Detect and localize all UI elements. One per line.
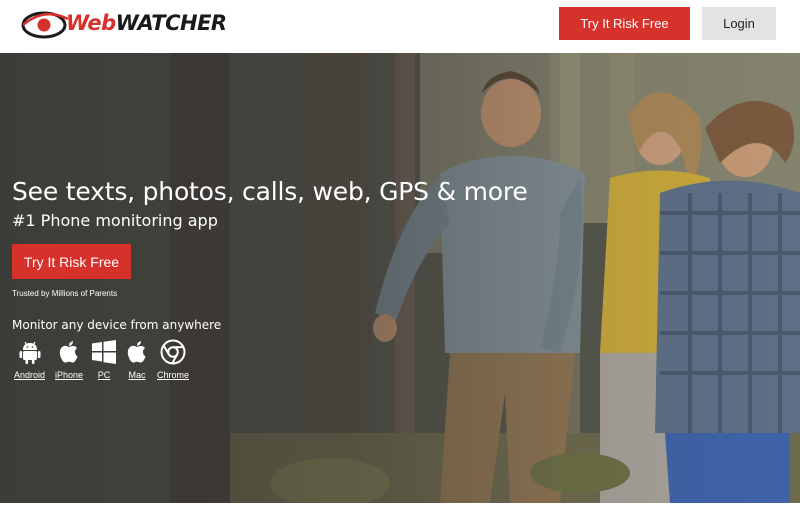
logo-web-text: Web [66,11,116,35]
apple-icon [59,341,78,363]
hero-subtitle: #1 Phone monitoring app [12,211,218,230]
apple-icon [127,341,146,363]
hero-title: See texts, photos, calls, web, GPS & mor… [12,177,528,206]
device-link-chrome[interactable]: Chrome [157,339,189,380]
windows-icon [92,340,116,364]
try-risk-free-header-button[interactable]: Try It Risk Free [559,7,690,40]
page-bottom-strip [0,503,800,518]
webwatcher-logo[interactable]: WebWATCHER [20,7,227,43]
login-button[interactable]: Login [702,7,776,40]
site-header: WebWATCHER Try It Risk Free Login [0,0,800,53]
device-link-android[interactable]: Android [14,339,45,380]
device-label-mac: Mac [128,370,146,380]
logo-wordmark: WebWATCHER [66,11,227,35]
device-link-pc[interactable]: PC [91,339,117,380]
device-label-android: Android [14,370,46,380]
chrome-icon [160,339,186,365]
device-label-pc: PC [97,370,111,380]
android-icon [19,341,41,364]
device-label-chrome: Chrome [157,370,190,380]
trusted-by-text: Trusted by Millions of Parents [12,289,118,298]
device-link-mac[interactable]: Mac [124,339,150,380]
eye-logo-icon [21,11,69,39]
device-list: Android iPhone PC Mac Chrome [12,339,202,385]
monitor-heading: Monitor any device from anywhere [12,318,222,332]
try-risk-free-hero-button[interactable]: Try It Risk Free [12,244,131,279]
logo-watcher-text: WATCHER [115,11,228,35]
device-label-iphone: iPhone [55,370,84,380]
hero-section: See texts, photos, calls, web, GPS & mor… [0,53,800,503]
device-link-iphone[interactable]: iPhone [55,339,83,380]
